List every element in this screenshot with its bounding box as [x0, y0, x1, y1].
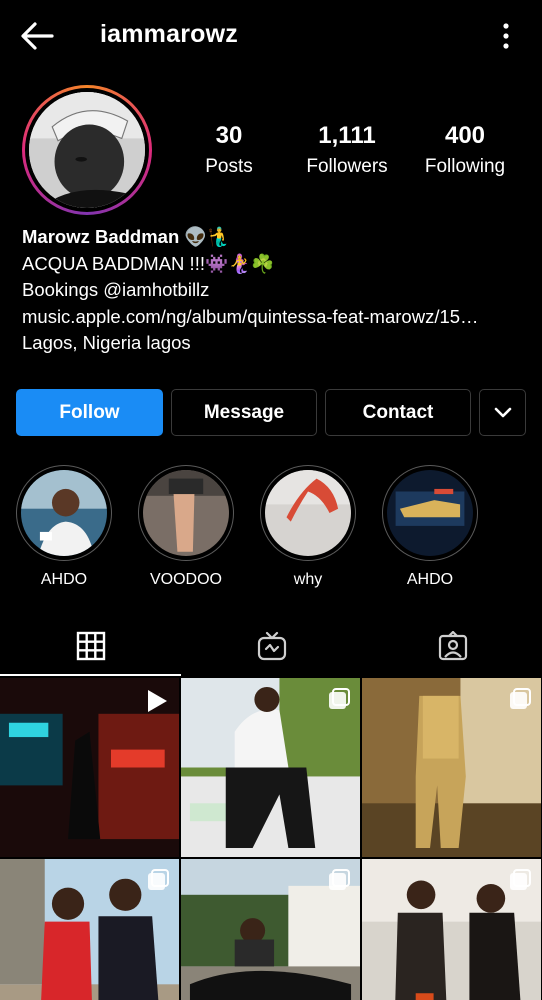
contact-button[interactable]: Contact	[325, 389, 471, 436]
highlight-label: why	[293, 571, 323, 588]
video-icon	[148, 690, 167, 712]
tab-grid[interactable]	[0, 615, 181, 676]
followers-label: Followers	[306, 156, 388, 177]
tagged-icon	[438, 630, 467, 660]
grid-icon	[76, 631, 105, 660]
igtv-icon	[257, 631, 286, 660]
story-highlight[interactable]: VOODOO	[138, 465, 234, 589]
multiple-posts-icon	[329, 688, 350, 709]
bio-line: ACQUA BADDMAN !!!👾🧜‍♀️☘️	[22, 252, 275, 274]
multiple-posts-icon	[148, 869, 169, 890]
back-arrow-icon[interactable]	[18, 18, 58, 54]
top-bar: iammarowz	[0, 0, 542, 72]
profile-tabs	[0, 615, 542, 676]
message-button[interactable]: Message	[171, 389, 317, 436]
bio-bookings[interactable]: Bookings @iamhotbillz	[22, 277, 527, 304]
highlight-label: AHDO	[406, 571, 454, 588]
post-thumbnail[interactable]	[181, 859, 360, 1000]
story-highlight[interactable]: AHDO	[382, 465, 478, 589]
multiple-posts-icon	[329, 869, 350, 890]
profile-username: iammarowz	[100, 20, 238, 48]
highlight-cover	[143, 470, 229, 556]
chevron-down-icon	[494, 407, 511, 417]
followers-count: 1,111	[318, 122, 376, 149]
suggested-accounts-button[interactable]	[479, 389, 526, 436]
following-count: 400	[444, 122, 486, 149]
follow-button[interactable]: Follow	[16, 389, 163, 436]
profile-avatar	[29, 92, 145, 208]
highlight-cover	[387, 470, 473, 556]
post-thumbnail[interactable]	[362, 859, 541, 1000]
highlight-label: VOODOO	[149, 571, 222, 588]
following-stat[interactable]: 400 Following	[415, 122, 515, 178]
followers-stat[interactable]: 1,111 Followers	[296, 122, 398, 178]
multiple-posts-icon	[510, 688, 531, 709]
posts-count: 30	[215, 122, 243, 149]
posts-label: Posts	[205, 156, 253, 177]
post-thumbnail[interactable]	[181, 678, 360, 857]
post-thumbnail[interactable]	[0, 859, 179, 1000]
story-highlight[interactable]: AHDO	[16, 465, 112, 589]
tab-igtv[interactable]	[181, 615, 362, 676]
profile-display-name: Marowz Baddman 👽🧜‍♂️	[22, 226, 231, 247]
more-vertical-icon[interactable]	[500, 22, 512, 50]
bio-link[interactable]: music.apple.com/ng/album/quintessa-feat-…	[22, 304, 527, 331]
posts-stat[interactable]: 30 Posts	[189, 122, 269, 178]
active-tab-indicator	[0, 674, 181, 676]
profile-avatar-ring[interactable]	[22, 85, 152, 215]
following-label: Following	[424, 156, 506, 177]
highlight-cover	[21, 470, 107, 556]
story-highlight[interactable]: why	[260, 465, 356, 589]
tab-tagged[interactable]	[362, 615, 542, 676]
bio-location[interactable]: Lagos, Nigeria lagos	[22, 330, 527, 357]
highlight-label: AHDO	[40, 571, 88, 588]
post-thumbnail[interactable]	[0, 678, 179, 857]
profile-bio: Marowz Baddman 👽🧜‍♂️ ACQUA BADDMAN !!!👾🧜…	[22, 224, 527, 357]
highlight-cover	[265, 470, 351, 556]
multiple-posts-icon	[510, 869, 531, 890]
post-thumbnail[interactable]	[362, 678, 541, 857]
